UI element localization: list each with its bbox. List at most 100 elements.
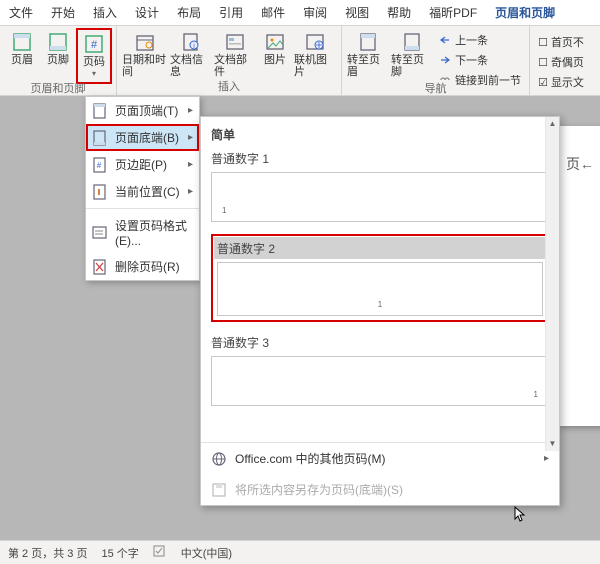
menu-remove-page-numbers[interactable]: 删除页码(R) — [86, 253, 199, 280]
tab-review[interactable]: 审阅 — [294, 0, 336, 26]
next-button[interactable]: 下一条 — [438, 50, 521, 70]
menu-format-page-numbers[interactable]: 设置页码格式(E)... — [86, 212, 199, 253]
onlinepic-label: 联机图片 — [294, 54, 336, 78]
gallery-item-2-label: 普通数字 2 — [217, 238, 543, 259]
group-insert: 日期和时间 i 文档信息 文档部件 图片 联机图片 插入 — [117, 26, 342, 95]
chevron-right-icon: ▸ — [188, 159, 193, 170]
footer-label: 页脚 — [47, 54, 69, 66]
menu-separator — [86, 208, 199, 209]
link-prev-button[interactable]: 链接到前一节 — [438, 70, 521, 90]
first-page-diff-check[interactable]: ☐首页不 — [538, 32, 584, 52]
current-pos-icon — [92, 184, 108, 200]
onlinepic-icon — [305, 32, 325, 52]
tab-home[interactable]: 开始 — [42, 0, 84, 26]
globe-icon — [211, 451, 227, 467]
gallery-scrollbar[interactable]: ▲ ▼ — [545, 117, 559, 451]
docinfo-button[interactable]: i 文档信息 — [169, 28, 213, 80]
tab-design[interactable]: 设计 — [126, 0, 168, 26]
calendar-icon — [135, 32, 155, 52]
save-selection: 将所选内容另存为页码(底端)(S) — [201, 474, 559, 505]
gallery-item-3[interactable]: 1 — [211, 356, 549, 406]
chevron-right-icon: ▸ — [544, 453, 549, 464]
page-number-menu: 页面顶端(T)▸ 页面底端(B)▸ # 页边距(P)▸ 当前位置(C)▸ 设置页… — [85, 96, 200, 281]
svg-text:#: # — [91, 39, 98, 51]
onlinepic-button[interactable]: 联机图片 — [293, 28, 337, 80]
tab-foxit[interactable]: 福昕PDF — [420, 0, 486, 26]
gallery-item-3-label: 普通数字 3 — [211, 332, 549, 353]
format-icon — [92, 225, 108, 241]
goto-footer-label: 转至页脚 — [391, 54, 433, 78]
group-label-nav: 导航 — [425, 82, 447, 96]
page-text: 页← — [566, 154, 594, 174]
datetime-button[interactable]: 日期和时间 — [121, 28, 169, 80]
cursor-icon — [514, 506, 526, 522]
prev-icon — [438, 34, 452, 46]
tab-header-footer[interactable]: 页眉和页脚 — [486, 0, 564, 26]
page-number-label: 页码 — [83, 56, 105, 68]
docparts-icon — [225, 32, 245, 52]
docparts-button[interactable]: 文档部件 — [213, 28, 257, 80]
odd-even-check[interactable]: ☐奇偶页 — [538, 52, 584, 72]
gallery-item-2-selected[interactable]: 普通数字 2 1 — [211, 234, 549, 322]
tab-insert[interactable]: 插入 — [84, 0, 126, 26]
docinfo-icon: i — [181, 32, 201, 52]
more-from-office[interactable]: Office.com 中的其他页码(M) ▸ — [201, 443, 559, 474]
gallery-body[interactable]: 简单 普通数字 1 1 普通数字 2 1 普通数字 3 1 — [201, 117, 559, 442]
tab-layout[interactable]: 布局 — [168, 0, 210, 26]
page-margins-icon: # — [92, 157, 108, 173]
tab-help[interactable]: 帮助 — [378, 0, 420, 26]
prev-button[interactable]: 上一条 — [438, 30, 521, 50]
chevron-right-icon: ▸ — [188, 186, 193, 197]
chevron-right-icon: ▸ — [188, 132, 193, 143]
picture-icon — [265, 32, 285, 52]
picture-label: 图片 — [264, 54, 286, 66]
footer-icon — [48, 32, 68, 52]
docparts-label: 文档部件 — [214, 54, 256, 78]
chevron-down-icon: ▾ — [92, 68, 96, 80]
status-page[interactable]: 第 2 页，共 3 页 — [8, 545, 87, 561]
group-options: ☐首页不 ☐奇偶页 ☑显示文 — [530, 26, 592, 95]
gallery-section-simple: 简单 — [211, 123, 549, 148]
checkbox-icon: ☐ — [538, 36, 548, 49]
goto-footer-icon — [402, 32, 422, 52]
checkbox-icon: ☑ — [538, 76, 548, 89]
tab-view[interactable]: 视图 — [336, 0, 378, 26]
page-top-icon — [92, 103, 108, 119]
group-nav: 转至页眉 转至页脚 上一条 下一条 链接到前一节 导航 — [342, 26, 530, 95]
ribbon-tabs: 文件 开始 插入 设计 布局 引用 邮件 审阅 视图 帮助 福昕PDF 页眉和页… — [0, 0, 600, 26]
group-header-footer: 页眉 页脚 # 页码 ▾ 页眉和页脚 — [0, 26, 117, 95]
gallery-item-1[interactable]: 1 — [211, 172, 549, 222]
scroll-up-icon[interactable]: ▲ — [546, 117, 559, 131]
next-icon — [438, 54, 452, 66]
picture-button[interactable]: 图片 — [257, 28, 293, 68]
page-number-button[interactable]: # 页码 ▾ — [76, 28, 112, 84]
scroll-down-icon[interactable]: ▼ — [546, 437, 559, 451]
group-label-insert: 插入 — [218, 80, 240, 94]
svg-text:#: # — [97, 161, 102, 170]
goto-header-label: 转至页眉 — [347, 54, 389, 78]
tab-file[interactable]: 文件 — [0, 0, 42, 26]
gallery-item-1-label: 普通数字 1 — [211, 148, 549, 169]
ribbon: 页眉 页脚 # 页码 ▾ 页眉和页脚 日期和时间 i 文档信息 — [0, 26, 600, 96]
save-icon — [211, 482, 227, 498]
status-words[interactable]: 15 个字 — [101, 545, 138, 561]
menu-current-position[interactable]: 当前位置(C)▸ — [86, 178, 199, 205]
datetime-label: 日期和时间 — [122, 54, 168, 78]
header-icon — [12, 32, 32, 52]
tab-mailings[interactable]: 邮件 — [252, 0, 294, 26]
page-number-gallery: 简单 普通数字 1 1 普通数字 2 1 普通数字 3 1 ▲ ▼ Office… — [200, 116, 560, 506]
menu-page-margins[interactable]: # 页边距(P)▸ — [86, 151, 199, 178]
goto-header-button[interactable]: 转至页眉 — [346, 28, 390, 80]
tab-references[interactable]: 引用 — [210, 0, 252, 26]
footer-button[interactable]: 页脚 — [40, 28, 76, 68]
status-proofing-icon[interactable] — [153, 544, 167, 561]
page-number-icon: # — [84, 34, 104, 54]
page-bottom-icon — [92, 130, 108, 146]
group-label-hf: 页眉和页脚 — [31, 82, 86, 96]
menu-bottom-of-page[interactable]: 页面底端(B)▸ — [86, 124, 199, 151]
goto-footer-button[interactable]: 转至页脚 — [390, 28, 434, 80]
status-lang[interactable]: 中文(中国) — [181, 545, 232, 561]
menu-top-of-page[interactable]: 页面顶端(T)▸ — [86, 97, 199, 124]
remove-icon — [92, 259, 108, 275]
header-button[interactable]: 页眉 — [4, 28, 40, 68]
